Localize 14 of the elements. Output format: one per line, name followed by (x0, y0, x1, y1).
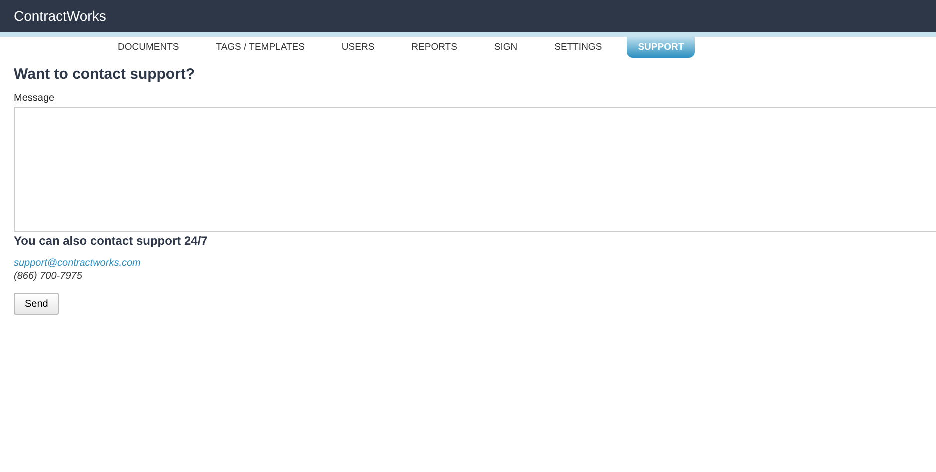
nav-tab[interactable]: SIGN (482, 37, 530, 58)
page-heading: Want to contact support? (14, 66, 196, 83)
nav-tab[interactable]: REPORTS (400, 37, 470, 58)
send-button[interactable]: Send (14, 293, 60, 315)
app-title: ContractWorks (14, 8, 106, 24)
email-link[interactable]: support@contractworks.com (14, 258, 936, 269)
nav-tab[interactable]: SETTINGS (542, 37, 614, 58)
nav-tab[interactable]: DOCUMENTS (106, 37, 192, 58)
nav-tab[interactable]: TAGS / TEMPLATES (204, 37, 317, 58)
field-label: Message (14, 93, 56, 104)
section-heading: You can also contact support 24/7 (14, 234, 209, 248)
nav-tab[interactable]: USERS (330, 37, 387, 58)
phone-number: (866) 700-7975 (14, 271, 84, 282)
message-field[interactable] (14, 107, 936, 232)
